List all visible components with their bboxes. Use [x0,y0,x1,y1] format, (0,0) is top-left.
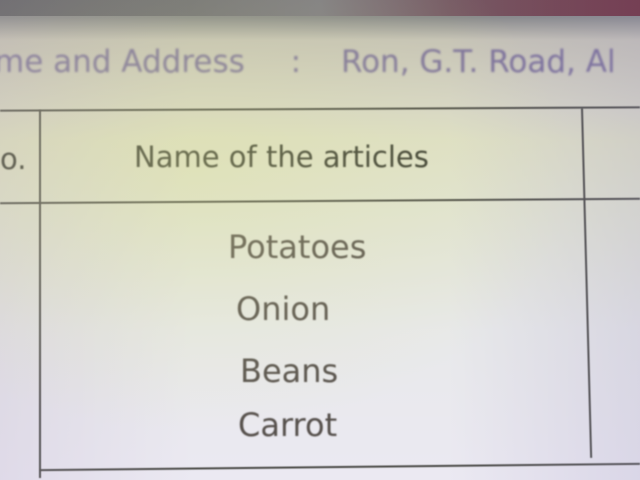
column-header-articles: Name of the articles [134,140,429,174]
name-and-address-value: Ron, G.T. Road, Al [340,44,616,80]
table-column-border-right [581,107,593,458]
table-top-border [0,106,640,112]
table-header-divider [0,197,640,205]
article-cell: Carrot [238,406,338,444]
column-header-serial-no: o. [0,142,27,176]
article-cell: Beans [240,352,339,390]
table-column-border-left [39,110,41,478]
article-cell: Onion [236,290,331,328]
article-cell: Potatoes [228,228,367,266]
table-bottom-border [40,462,640,472]
name-and-address-line: me and Address : Ron, G.T. Road, Al [0,44,640,80]
photo-top-edge [0,0,640,16]
name-and-address-label: me and Address [0,44,245,80]
name-and-address-separator: : [290,44,302,80]
